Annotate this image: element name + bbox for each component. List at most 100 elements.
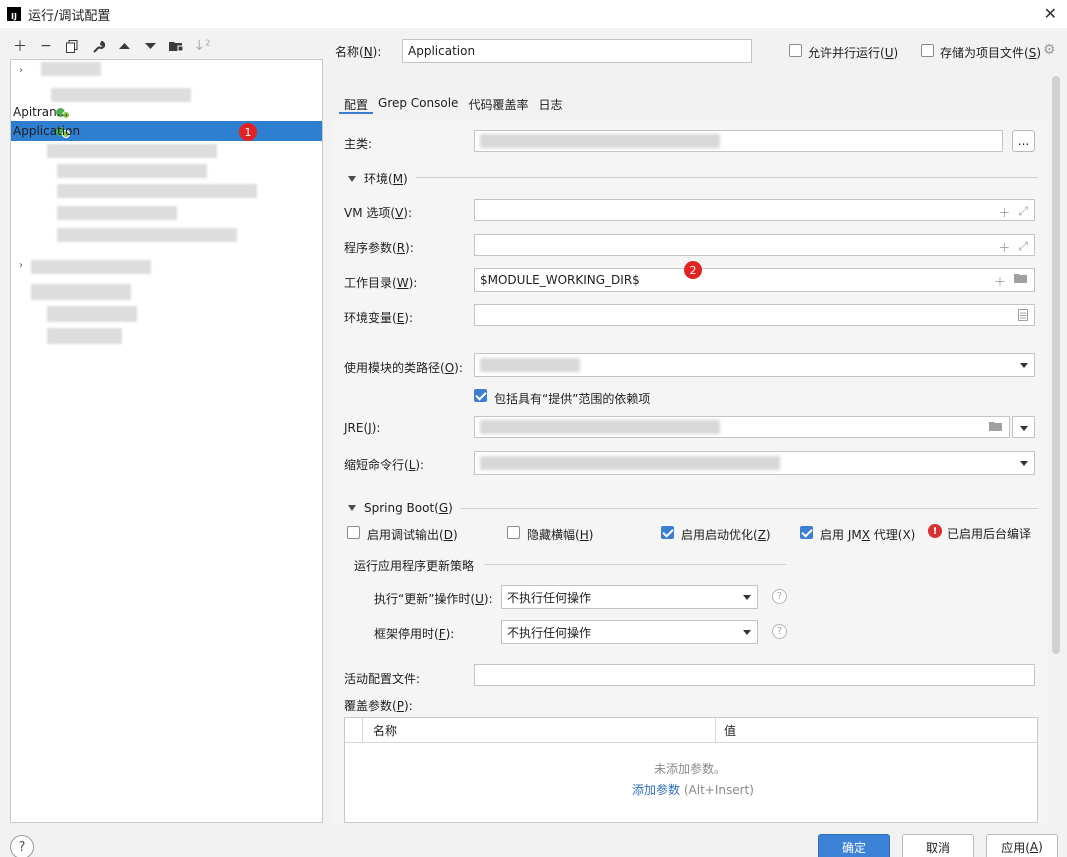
program-args-input[interactable]: ＋ ⤢ bbox=[474, 234, 1035, 256]
question-icon[interactable]: ? bbox=[772, 624, 787, 639]
window-title: 运行/调试配置 bbox=[28, 8, 111, 24]
gear-icon[interactable]: ⚙ bbox=[1043, 42, 1056, 58]
document-icon[interactable] bbox=[1018, 309, 1028, 324]
hide-banner-checkbox[interactable] bbox=[507, 526, 520, 539]
shorten-cmd-select[interactable] bbox=[474, 451, 1035, 475]
module-classpath-label: 使用模块的类路径(O): bbox=[344, 361, 463, 375]
apply-button[interactable]: 应用(A) bbox=[986, 834, 1058, 857]
chevron-right-icon[interactable]: › bbox=[19, 65, 23, 76]
wrench-icon[interactable] bbox=[88, 36, 108, 56]
chevron-down-icon bbox=[1020, 461, 1028, 466]
section-divider bbox=[484, 564, 786, 565]
redacted-area bbox=[57, 184, 257, 198]
section-divider bbox=[416, 177, 1038, 178]
tab-grep-console[interactable]: Grep Console bbox=[373, 96, 463, 114]
close-icon[interactable]: ✕ bbox=[1044, 4, 1057, 23]
collapse-triangle-icon bbox=[348, 175, 356, 182]
copy-icon[interactable] bbox=[62, 36, 82, 56]
jmx-agent-checkbox[interactable] bbox=[800, 526, 813, 539]
expand-icon[interactable]: ⤢ bbox=[1018, 239, 1028, 256]
on-update-label: 执行“更新”操作时(U): bbox=[374, 592, 493, 606]
arrow-up-icon[interactable] bbox=[114, 36, 134, 56]
store-as-file-checkbox[interactable] bbox=[921, 44, 934, 57]
folder-add-icon[interactable] bbox=[166, 36, 186, 56]
name-label: 名称(N): bbox=[335, 45, 382, 59]
add-param-shortcut: (Alt+Insert) bbox=[683, 783, 754, 797]
scrollbar[interactable] bbox=[1052, 76, 1060, 654]
vm-options-input[interactable]: ＋ ⤢ bbox=[474, 199, 1035, 221]
add-param-link[interactable]: 添加参数 bbox=[632, 783, 680, 797]
env-section-header[interactable]: 环境(M) bbox=[348, 170, 408, 187]
empty-table-text: 未添加参数。 bbox=[654, 762, 727, 776]
jre-dropdown-button[interactable] bbox=[1012, 416, 1035, 438]
on-update-select[interactable]: 不执行任何操作 bbox=[501, 585, 758, 609]
bg-compile-label: 已启用后台编译 bbox=[947, 527, 1032, 541]
launch-optimization-checkbox[interactable] bbox=[661, 526, 674, 539]
name-input[interactable]: Application bbox=[402, 39, 752, 63]
include-provided-checkbox[interactable] bbox=[474, 389, 487, 402]
column-header-value[interactable]: 值 bbox=[716, 718, 1037, 743]
arrow-down-icon[interactable] bbox=[140, 36, 160, 56]
working-dir-input[interactable]: $MODULE_WORKING_DIR$ ＋ bbox=[474, 268, 1035, 292]
chevron-right-icon[interactable]: › bbox=[19, 260, 23, 271]
help-button[interactable]: ? bbox=[10, 835, 34, 857]
store-as-file-label: 存储为项目文件(S) bbox=[940, 46, 1041, 60]
spring-boot-section-header[interactable]: Spring Boot(G) bbox=[348, 501, 453, 515]
active-profiles-input[interactable] bbox=[474, 664, 1035, 686]
module-classpath-select[interactable] bbox=[474, 353, 1035, 377]
redacted-area bbox=[41, 62, 101, 76]
tab-config[interactable]: 配置 bbox=[339, 96, 374, 114]
expand-icon[interactable]: ⤢ bbox=[1018, 204, 1028, 221]
redacted-area bbox=[47, 306, 137, 322]
folder-icon[interactable] bbox=[989, 421, 1003, 435]
on-frame-label: 框架停用时(F): bbox=[374, 627, 455, 641]
env-vars-label: 环境变量(E): bbox=[344, 311, 414, 325]
main-class-input[interactable] bbox=[474, 130, 1003, 152]
cancel-button[interactable]: 取消 bbox=[902, 834, 974, 857]
debug-output-checkbox[interactable] bbox=[347, 526, 360, 539]
chevron-down-icon bbox=[743, 630, 751, 635]
redacted-area bbox=[57, 164, 207, 178]
error-icon: ! bbox=[928, 524, 942, 538]
config-tree: › Apitran... Application 1 › bbox=[10, 59, 323, 823]
config-tabs: 配置 Grep Console 代码覆盖率 日志 bbox=[339, 96, 567, 114]
working-dir-label: 工作目录(W): bbox=[344, 276, 418, 290]
shorten-cmd-label: 缩短命令行(L): bbox=[344, 458, 425, 472]
launch-optimization-label: 启用启动优化(Z) bbox=[681, 528, 771, 542]
jre-select[interactable] bbox=[474, 416, 1010, 438]
browse-main-class-button[interactable]: ... bbox=[1012, 130, 1035, 152]
allow-parallel-label: 允许并行运行(U) bbox=[808, 46, 899, 60]
folder-icon[interactable] bbox=[1014, 273, 1028, 290]
left-toolbar: ＋ − ↓² bbox=[10, 36, 212, 56]
tree-item-application[interactable]: Application bbox=[11, 121, 322, 141]
table-gutter bbox=[345, 718, 363, 743]
redacted-area bbox=[57, 206, 177, 220]
redacted-area bbox=[57, 228, 237, 242]
minus-icon[interactable]: − bbox=[36, 36, 56, 56]
on-frame-select[interactable]: 不执行任何操作 bbox=[501, 620, 758, 644]
tab-coverage[interactable]: 代码覆盖率 bbox=[463, 96, 533, 114]
program-args-label: 程序参数(R): bbox=[344, 241, 414, 255]
allow-parallel-checkbox[interactable] bbox=[789, 44, 802, 57]
window-titlebar: IJ 运行/调试配置 ✕ bbox=[0, 0, 1067, 28]
tab-logs[interactable]: 日志 bbox=[533, 96, 567, 114]
annotation-badge-2: 2 bbox=[684, 261, 702, 279]
section-divider bbox=[460, 508, 1038, 509]
debug-output-label: 启用调试输出(D) bbox=[367, 528, 458, 542]
tree-item-apitran[interactable]: Apitran... bbox=[11, 102, 322, 122]
column-header-name[interactable]: 名称 bbox=[363, 718, 716, 743]
plus-icon[interactable]: ＋ bbox=[998, 239, 1010, 256]
jmx-agent-label: 启用 JMX 代理(X) bbox=[820, 528, 916, 542]
redacted-area bbox=[31, 260, 151, 274]
hide-banner-label: 隐藏横幅(H) bbox=[527, 528, 594, 542]
question-icon[interactable]: ? bbox=[772, 589, 787, 604]
redacted-area bbox=[51, 88, 191, 102]
override-params-label: 覆盖参数(P): bbox=[344, 699, 413, 713]
plus-icon[interactable]: ＋ bbox=[994, 273, 1006, 290]
chevron-down-icon bbox=[1020, 363, 1028, 368]
plus-icon[interactable]: ＋ bbox=[10, 36, 30, 56]
env-vars-input[interactable] bbox=[474, 304, 1035, 326]
redacted-area bbox=[47, 144, 217, 158]
ok-button[interactable]: 确定 bbox=[818, 834, 890, 857]
plus-icon[interactable]: ＋ bbox=[998, 204, 1010, 221]
